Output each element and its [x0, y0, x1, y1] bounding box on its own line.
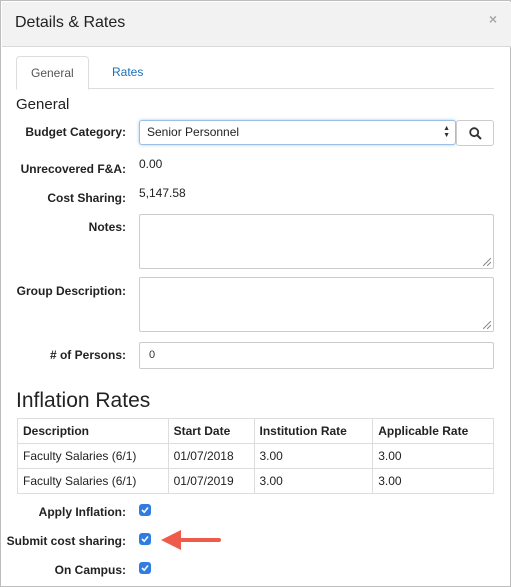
resize-grip-icon[interactable] [483, 321, 491, 329]
annotation-arrow-icon [161, 530, 221, 550]
cell-institution-rate: 3.00 [253, 443, 374, 469]
table-header-row: Description Start Date Institution Rate … [17, 418, 494, 444]
checkmark-icon [141, 535, 149, 543]
budget-category-select[interactable]: Senior Personnel ▲ ▼ [139, 120, 456, 145]
unrecovered-fa-label: Unrecovered F&A: [20, 162, 126, 176]
close-icon[interactable]: × [489, 11, 497, 27]
apply-inflation-checkbox[interactable] [139, 504, 151, 516]
cell-description: Faculty Salaries (6/1) [17, 468, 169, 494]
inflation-rates-title: Inflation Rates [16, 389, 151, 412]
cell-applicable-rate: 3.00 [372, 468, 494, 494]
cell-description: Faculty Salaries (6/1) [17, 443, 169, 469]
resize-grip-icon[interactable] [483, 258, 491, 266]
tab-rates[interactable]: Rates [98, 56, 157, 89]
cell-institution-rate: 3.00 [253, 468, 374, 494]
cell-start-date: 01/07/2018 [167, 443, 255, 469]
select-arrows-icon: ▲ ▼ [443, 125, 450, 139]
submit-cost-sharing-label: Submit cost sharing: [6, 534, 126, 548]
apply-inflation-label: Apply Inflation: [38, 505, 126, 519]
general-section-title: General [16, 96, 70, 113]
dialog-title: Details & Rates [15, 14, 126, 31]
column-header-start-date: Start Date [167, 418, 255, 444]
dialog-header: Details & Rates × [2, 2, 511, 47]
cell-start-date: 01/07/2019 [167, 468, 255, 494]
inflation-rates-table: Description Start Date Institution Rate … [17, 418, 494, 494]
column-header-applicable-rate: Applicable Rate [372, 418, 494, 444]
unrecovered-fa-value: 0.00 [139, 157, 163, 171]
group-description-label: Group Description: [16, 284, 126, 298]
group-description-textarea[interactable] [139, 277, 494, 332]
column-header-description: Description [17, 418, 169, 444]
on-campus-label: On Campus: [54, 563, 126, 577]
num-persons-input[interactable]: 0 [139, 342, 494, 369]
notes-textarea[interactable] [139, 214, 494, 269]
column-header-institution-rate: Institution Rate [253, 418, 374, 444]
category-search-button[interactable] [456, 120, 494, 146]
notes-label: Notes: [88, 220, 126, 234]
details-rates-dialog: Details & Rates × General Rates General … [0, 0, 511, 587]
table-row: Faculty Salaries (6/1) 01/07/2018 3.00 3… [17, 443, 494, 469]
num-persons-label: # of Persons: [49, 348, 126, 362]
table-row: Faculty Salaries (6/1) 01/07/2019 3.00 3… [17, 468, 494, 494]
cost-sharing-value: 5,147.58 [139, 186, 186, 200]
budget-category-value: Senior Personnel [147, 125, 240, 139]
budget-category-label: Budget Category: [25, 125, 126, 139]
cost-sharing-label: Cost Sharing: [47, 191, 126, 205]
tab-bar: General Rates [16, 56, 494, 90]
submit-cost-sharing-checkbox[interactable] [139, 533, 151, 545]
cell-applicable-rate: 3.00 [372, 443, 494, 469]
on-campus-checkbox[interactable] [139, 562, 151, 574]
checkmark-icon [141, 506, 149, 514]
tab-general[interactable]: General [16, 56, 89, 90]
checkmark-icon [141, 564, 149, 572]
search-icon [469, 127, 482, 140]
